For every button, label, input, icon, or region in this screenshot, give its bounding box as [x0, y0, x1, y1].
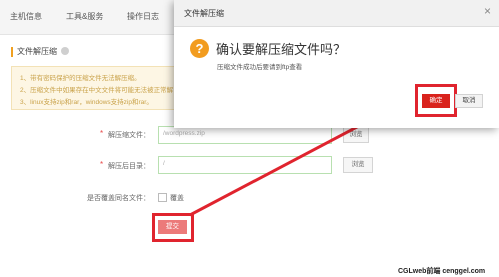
- tab-tools-services[interactable]: 工具&服务: [66, 11, 103, 22]
- confirm-question: 确认要解压缩文件吗？: [216, 42, 347, 57]
- target-dir-value: /: [163, 160, 165, 167]
- notice-line: 2、压缩文件中如果存在中文文件将可能无法被正常解: [20, 87, 174, 94]
- ok-button[interactable]: 确定: [422, 94, 450, 108]
- help-icon[interactable]: [61, 47, 69, 55]
- dialog-title: 文件解压缩: [184, 9, 224, 18]
- notice-line: 3、linux支持zip和rar，windows支持zip和rar。: [20, 99, 153, 106]
- cancel-button[interactable]: 取消: [455, 94, 483, 108]
- close-icon[interactable]: ×: [484, 5, 491, 17]
- tab-host-info[interactable]: 主机信息: [10, 11, 42, 22]
- unzip-confirm-dialog: 文件解压缩 × ? 确认要解压缩文件吗？ 压缩文件成功后要请到ftp查看 确定 …: [174, 0, 499, 128]
- overwrite-label: 是否覆盖同名文件：: [87, 195, 150, 202]
- tab-operation-log[interactable]: 操作日志: [127, 11, 159, 22]
- overwrite-option-label: 覆盖: [170, 195, 184, 202]
- target-dir-input[interactable]: /: [158, 156, 332, 174]
- target-dir-label: 解压后目录：: [108, 163, 150, 170]
- archive-file-input[interactable]: /wordpress.zip: [158, 126, 332, 144]
- confirm-hint: 压缩文件成功后要请到ftp查看: [217, 64, 303, 71]
- browse-archive-button[interactable]: 浏览: [343, 127, 369, 143]
- watermark: CGLweb前端 cenggel.com: [398, 268, 486, 275]
- dialog-header: 文件解压缩 ×: [174, 0, 499, 27]
- section-title: 文件解压缩: [11, 47, 57, 57]
- notice-line: 1、带有密码保护的压缩文件无法解压缩。: [20, 75, 141, 82]
- archive-file-label: 解压缩文件：: [108, 132, 150, 139]
- overwrite-checkbox[interactable]: [158, 193, 167, 202]
- browse-target-button[interactable]: 浏览: [343, 157, 373, 173]
- submit-button[interactable]: 提交: [158, 220, 187, 234]
- question-icon: ?: [190, 39, 209, 58]
- archive-file-value: /wordpress.zip: [163, 130, 205, 137]
